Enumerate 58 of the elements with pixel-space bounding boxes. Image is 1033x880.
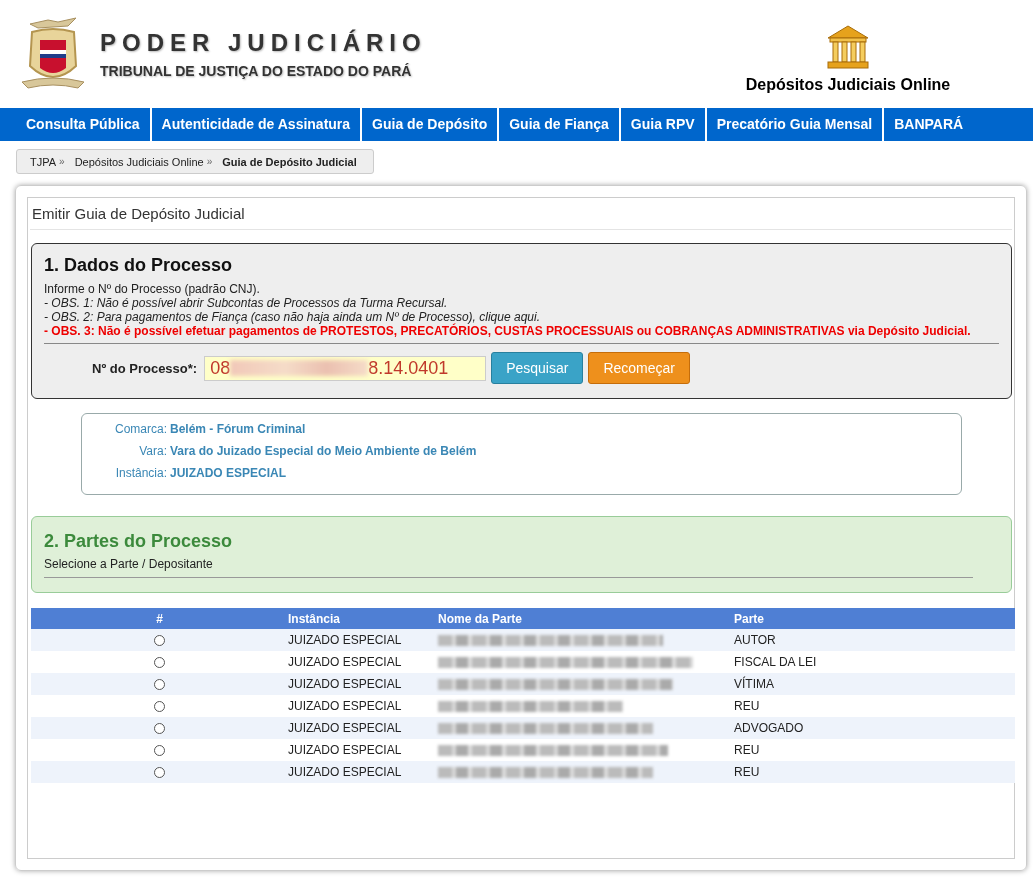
table-cell: REU: [734, 743, 760, 757]
table-cell: JUIZADO ESPECIAL: [288, 699, 402, 713]
nav-link[interactable]: Guia de Depósito: [362, 108, 500, 141]
column-header: Instância: [288, 611, 341, 626]
nav-link[interactable]: Precatório Guia Mensal: [706, 108, 885, 141]
radio-button[interactable]: [154, 679, 165, 691]
instruction-text: - OBS. 2: Para pagamentos de Fiança (caso não haja ainda um Nº de Processo), clique aqui.: [44, 310, 541, 324]
instruction-text: - OBS. 1: Não é possível abrir Subcontas de Processos da Turma Recursal.: [44, 296, 449, 310]
breadcrumb-separator: »: [59, 156, 65, 167]
section-title: 1. Dados do Processo: [44, 255, 234, 276]
info-value: Vara do Juizado Especial do Meio Ambiente de Belém: [170, 444, 477, 460]
table-cell: FISCAL DA LEI: [734, 655, 817, 669]
radio-button[interactable]: [154, 745, 165, 757]
breadcrumb-link[interactable]: Depósitos Judiciais Online: [74, 155, 204, 168]
table-cell: JUIZADO ESPECIAL: [288, 765, 402, 779]
table-cell: AUTOR: [734, 633, 776, 647]
radio-button[interactable]: [154, 767, 165, 779]
table-cell: JUIZADO ESPECIAL: [288, 677, 402, 691]
info-value: JUIZADO ESPECIAL: [170, 466, 286, 482]
section-title: 2. Partes do Processo: [44, 531, 234, 552]
table-cell: ADVOGADO: [734, 721, 804, 735]
table-cell: JUIZADO ESPECIAL: [288, 633, 402, 647]
bank-building-icon: [825, 24, 871, 70]
breadcrumb-link[interactable]: Guia de Depósito Judicial: [222, 155, 357, 168]
section-subtitle: Selecione a Parte / Depositante: [44, 557, 214, 571]
column-header: Nome da Parte: [438, 611, 523, 626]
page-title: Emitir Guia de Depósito Judicial: [30, 198, 1012, 230]
nav-link[interactable]: Guia de Fiança: [499, 108, 621, 141]
instruction-text: Informe o Nº do Processo (padrão CNJ).: [44, 282, 261, 296]
table-cell: REU: [734, 699, 760, 713]
nav-link[interactable]: Autenticidade de Assinatura: [151, 108, 363, 141]
info-label: Instância:: [114, 466, 167, 482]
radio-button[interactable]: [154, 701, 165, 713]
info-label: Comarca:: [114, 422, 167, 438]
nav-link[interactable]: BANPARÁ: [884, 108, 974, 141]
table-cell: JUIZADO ESPECIAL: [288, 743, 402, 757]
info-label: Vara:: [138, 444, 167, 460]
nav-link[interactable]: Consulta Pública: [16, 108, 152, 141]
info-value: Belém - Fórum Criminal: [170, 422, 306, 438]
table-cell: JUIZADO ESPECIAL: [288, 721, 402, 735]
app-name: Depósitos Judiciais Online: [745, 76, 951, 94]
radio-button[interactable]: [154, 657, 165, 669]
column-header: Parte: [734, 611, 765, 626]
radio-button[interactable]: [154, 635, 165, 647]
table-cell: VÍTIMA: [734, 677, 774, 691]
search-button[interactable]: Pesquisar: [491, 352, 584, 384]
site-title: PODER JUDICIÁRIO: [100, 29, 427, 57]
nav-link[interactable]: Guia RPV: [620, 108, 707, 141]
process-number-field[interactable]: 08 8.14.0401: [204, 355, 487, 381]
field-label: Nº do Processo*:: [92, 360, 198, 376]
column-header: #: [156, 611, 163, 626]
radio-button[interactable]: [154, 723, 165, 735]
instruction-text: - OBS. 3: Não é possível efetuar pagamentos de PROTESTOS, PRECATÓRIOS, CUSTAS PROCESSUAIS ou COBRANÇAS ADMINISTRATIVAS via Depósito Judicial.: [44, 324, 972, 338]
table-cell: JUIZADO ESPECIAL: [288, 655, 402, 669]
breadcrumb-separator: »: [206, 156, 213, 167]
site-subtitle: TRIBUNAL DE JUSTIÇA DO ESTADO DO PARÁ: [100, 63, 413, 79]
breadcrumb-link[interactable]: TJPA: [30, 155, 57, 168]
table-cell: REU: [734, 765, 760, 779]
